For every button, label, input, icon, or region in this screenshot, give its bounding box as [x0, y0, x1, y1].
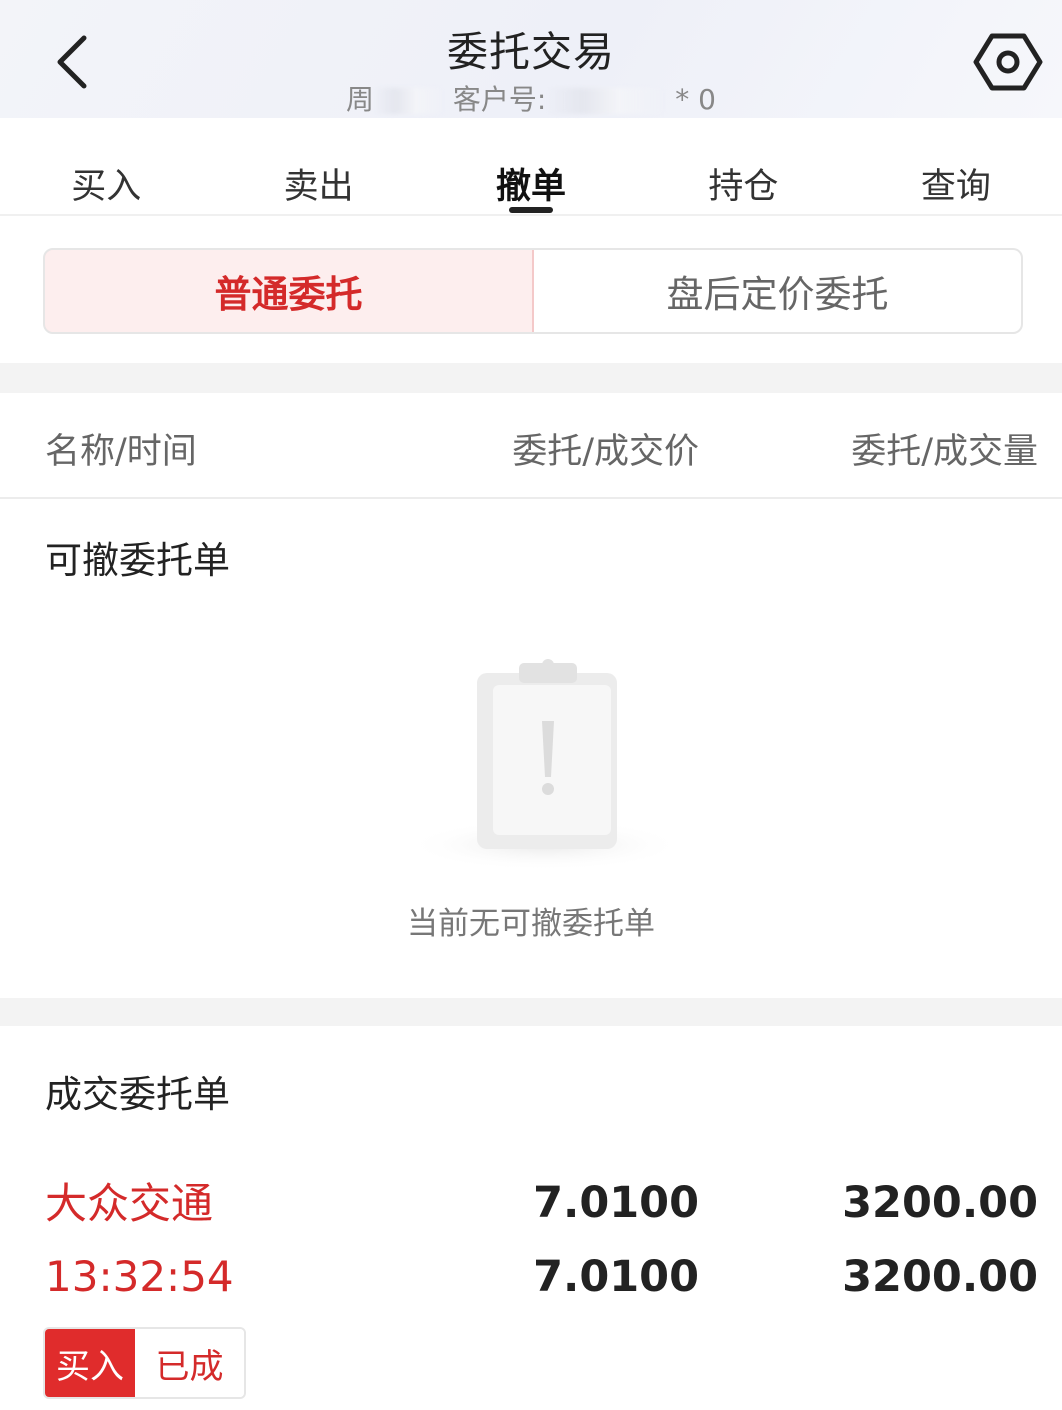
masked-account-number — [546, 88, 667, 114]
deal-volume: 3200.00 — [842, 1252, 1038, 1302]
order-volume: 3200.00 — [842, 1178, 1038, 1228]
deal-price: 7.0100 — [533, 1252, 699, 1302]
order-time: 13:32:54 — [45, 1252, 234, 1301]
trade-tabs: 买入 卖出 撤单 持仓 查询 — [0, 118, 1062, 216]
column-price: 委托/成交价 — [512, 432, 699, 472]
column-header: 名称/时间 委托/成交价 委托/成交量 — [0, 393, 1062, 499]
tab-cancel[interactable]: 撤单 — [425, 118, 637, 214]
page-title: 委托交易 — [447, 28, 615, 76]
app-header: 委托交易 周 客户号: * 0 — [0, 0, 1062, 118]
column-name-time: 名称/时间 — [45, 432, 197, 472]
side-badge: 买入 — [45, 1329, 135, 1397]
tab-label: 持仓 — [708, 167, 779, 207]
cancelable-section-title: 可撤委托单 — [45, 539, 230, 582]
tab-label: 买入 — [71, 167, 142, 207]
tab-buy[interactable]: 买入 — [0, 118, 212, 214]
tab-query[interactable]: 查询 — [850, 118, 1062, 214]
active-tab-indicator — [509, 207, 554, 213]
order-price: 7.0100 — [533, 1178, 699, 1228]
settings-button[interactable] — [972, 28, 1044, 96]
section-divider — [0, 363, 1062, 393]
masked-name — [374, 88, 445, 114]
tab-positions[interactable]: 持仓 — [637, 118, 849, 214]
empty-state-text: 当前无可撤委托单 — [407, 906, 655, 942]
order-type-segment: 普通委托 盘后定价委托 — [43, 248, 1023, 334]
order-badges: 买入 已成 — [43, 1327, 246, 1399]
account-label: 客户号: — [452, 83, 547, 116]
column-volume: 委托/成交量 — [851, 432, 1038, 472]
segment-normal-order[interactable]: 普通委托 — [45, 250, 534, 332]
tab-sell[interactable]: 卖出 — [212, 118, 424, 214]
clipboard-warning-icon — [395, 655, 685, 871]
account-name-prefix: 周 — [346, 83, 375, 116]
account-number-tail: * 0 — [675, 83, 716, 116]
tab-label: 查询 — [920, 167, 991, 207]
account-subtitle: 周 客户号: * 0 — [0, 78, 1062, 118]
stock-name: 大众交通 — [45, 1179, 214, 1228]
tab-label: 卖出 — [283, 167, 354, 207]
section-divider — [0, 998, 1062, 1026]
status-badge: 已成 — [135, 1329, 244, 1397]
tab-label: 撤单 — [496, 167, 567, 207]
filled-section-title: 成交委托单 — [45, 1073, 230, 1116]
segment-after-hours-order[interactable]: 盘后定价委托 — [534, 250, 1021, 332]
hexagon-settings-icon — [973, 33, 1043, 91]
